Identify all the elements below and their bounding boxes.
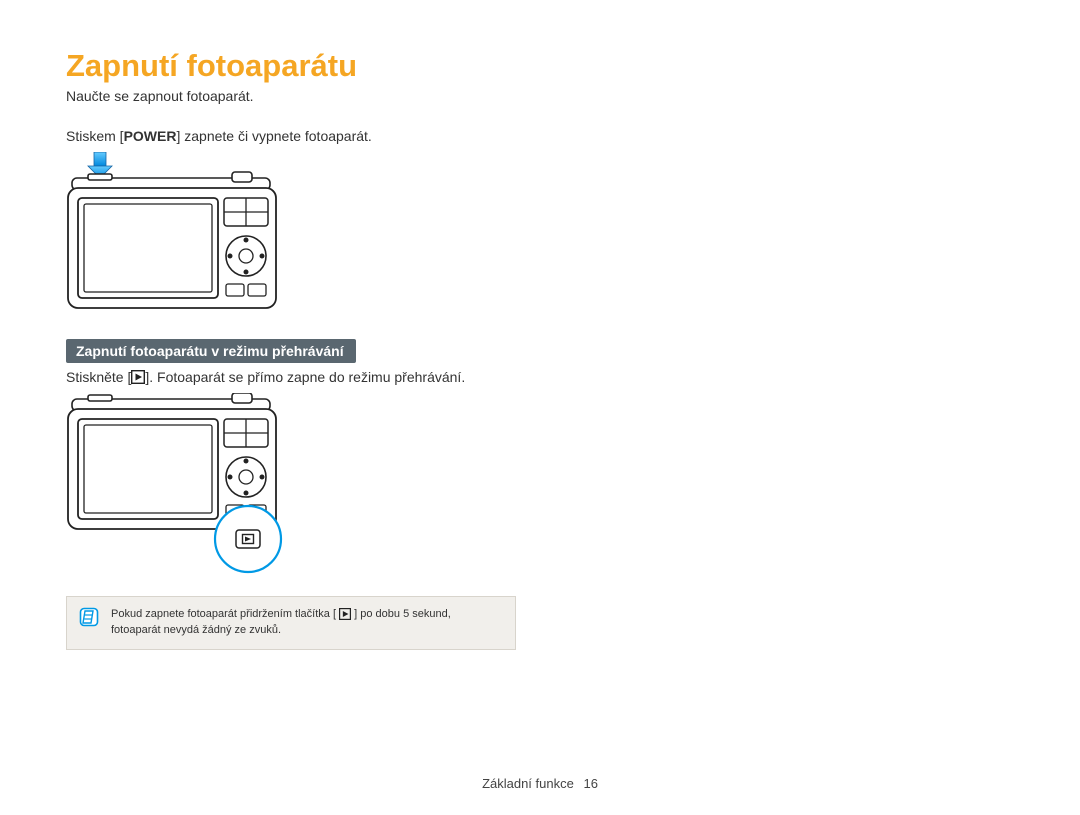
document-page: Zapnutí fotoaparátu Naučte se zapnout fo… <box>0 0 1080 650</box>
subheading-playback: Zapnutí fotoaparátu v režimu přehrávání <box>66 339 356 363</box>
play-icon <box>131 370 145 384</box>
instruction-power: Stiskem [POWER] zapnete či vypnete fotoa… <box>66 128 1014 144</box>
info-icon <box>79 607 99 627</box>
page-title: Zapnutí fotoaparátu <box>66 48 1014 84</box>
instruction2-pre: Stiskněte [ <box>66 369 131 385</box>
instruction2-post: ]. Fotoaparát se přímo zapne do režimu p… <box>145 369 465 385</box>
instruction-playback: Stiskněte [ ]. Fotoaparát se přímo zapne… <box>66 369 1014 385</box>
callout-pre: Pokud zapnete fotoaparát přidržením tlač… <box>111 608 336 620</box>
instruction-post: ] zapnete či vypnete fotoaparát. <box>176 128 371 144</box>
camera-illustration-2 <box>66 393 1014 582</box>
page-footer: Základní funkce 16 <box>0 776 1080 791</box>
camera-illustration-1 <box>66 152 1014 319</box>
page-subtitle: Naučte se zapnout fotoaparát. <box>66 88 1014 104</box>
callout-note: Pokud zapnete fotoaparát přidržením tlač… <box>66 596 516 650</box>
play-icon <box>339 608 351 620</box>
footer-label: Základní funkce <box>482 776 574 791</box>
instruction-pre: Stiskem [ <box>66 128 124 144</box>
instruction-bold: POWER <box>124 128 177 144</box>
footer-page-number: 16 <box>583 776 597 791</box>
